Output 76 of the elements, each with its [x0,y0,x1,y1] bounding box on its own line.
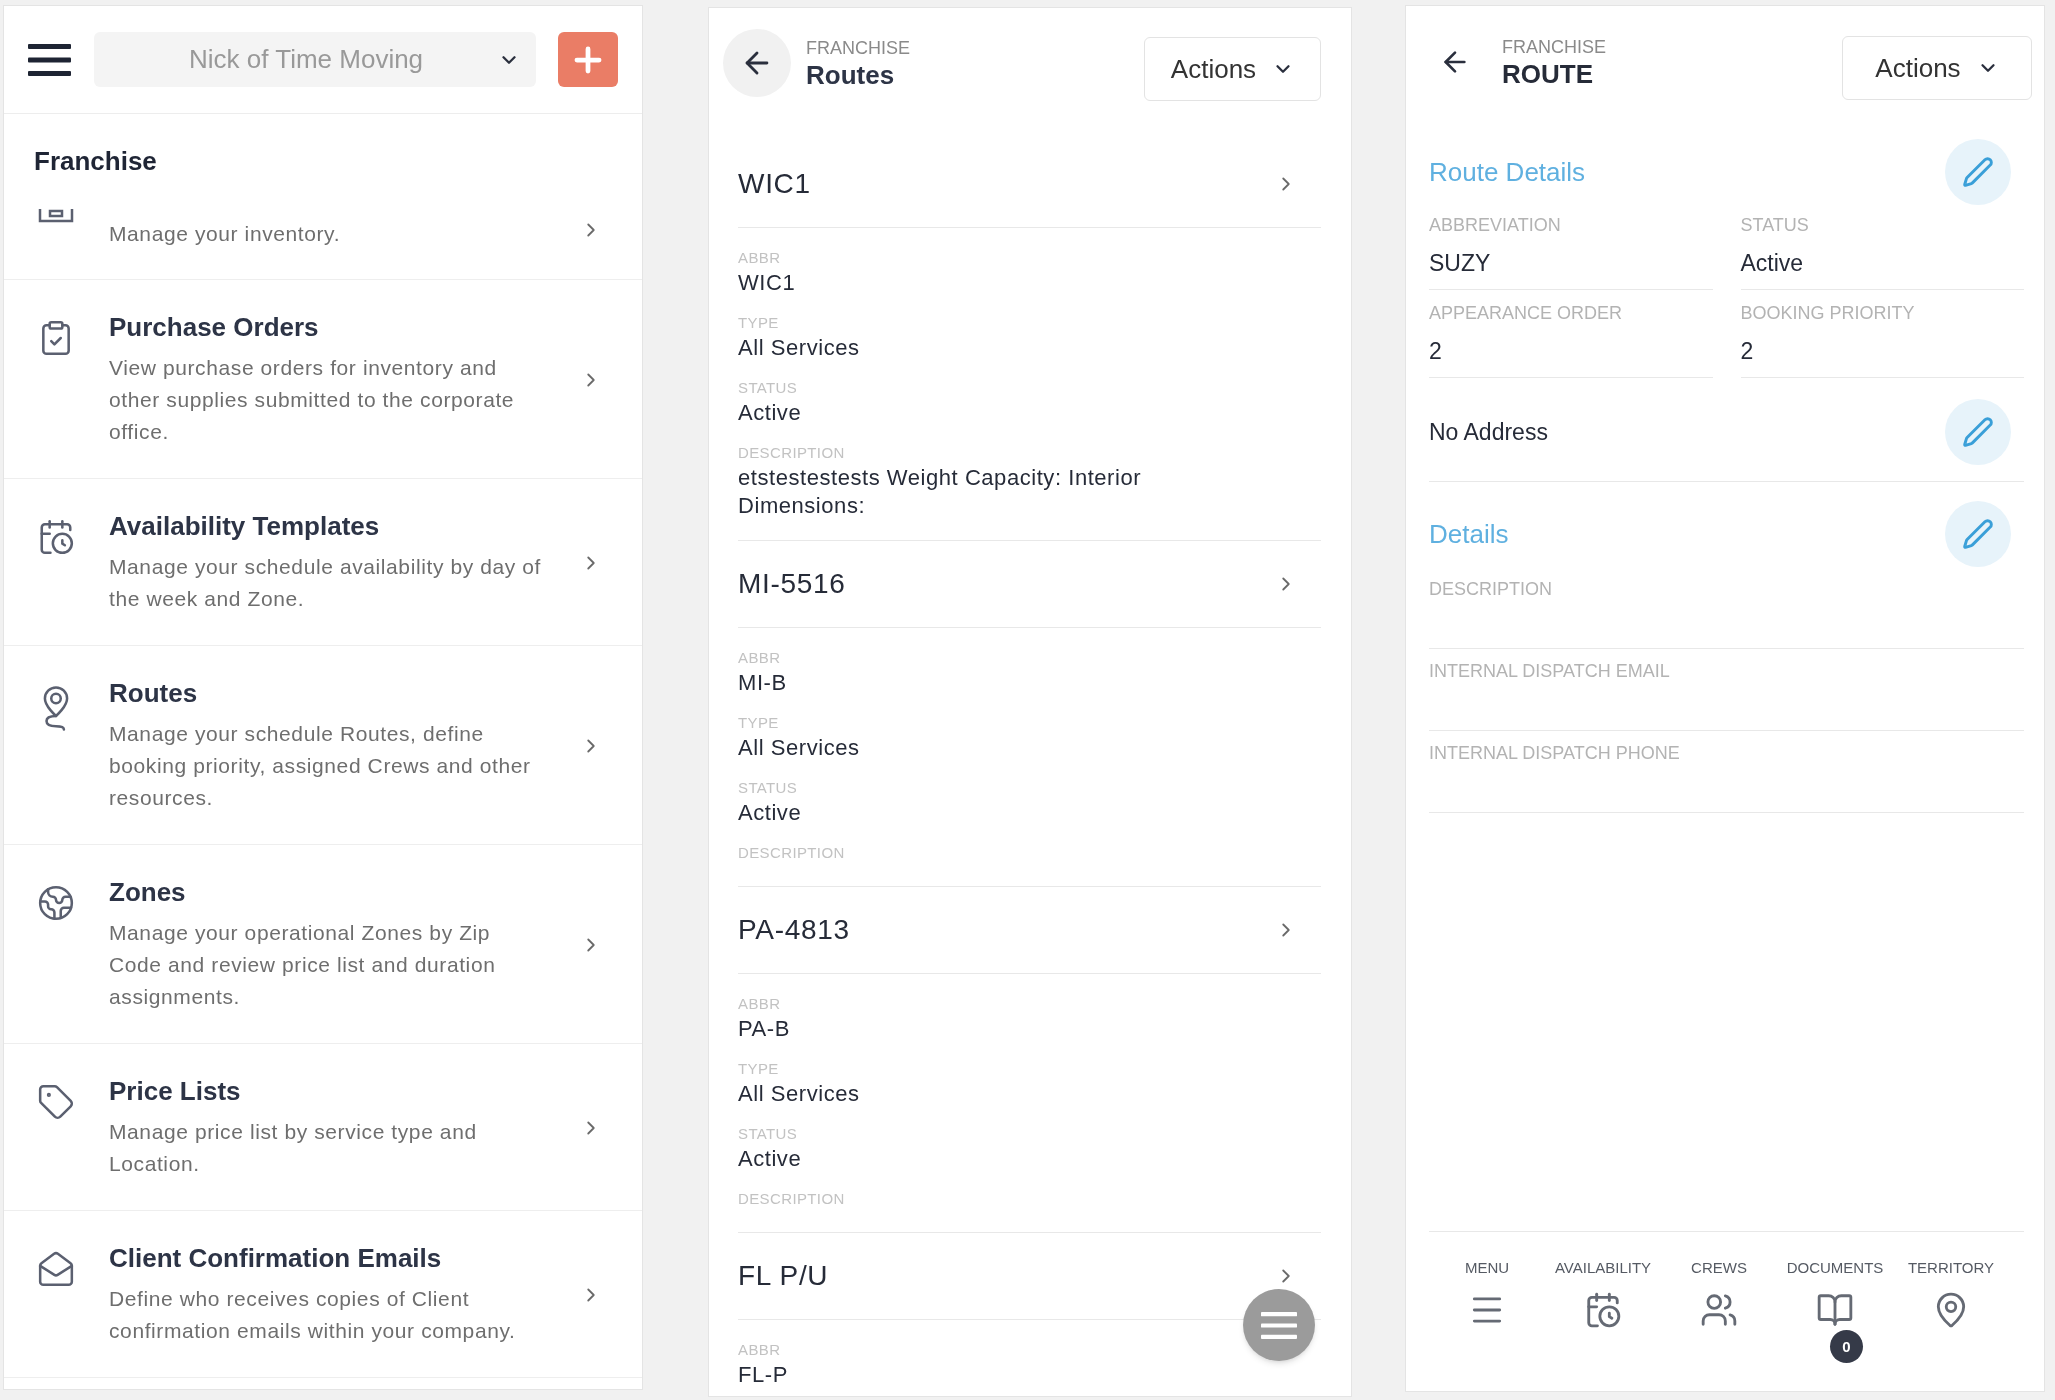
nav-item[interactable]: CREWS [1661,1232,1777,1329]
section-heading: Franchise [34,145,157,177]
list-item[interactable]: Price Lists Manage price list by service type and Location. [4,1044,642,1211]
field-label: TYPE [738,714,779,732]
field-label: ABBREVIATION [1429,214,1561,236]
breadcrumb: FRANCHISE [806,37,910,59]
section-title: Route Details [1429,155,1586,189]
list-item[interactable]: Zones Manage your operational Zones by Zip Code and review price list and duration assignments. [4,845,642,1044]
tag-icon [37,1083,75,1121]
field-value: 2 [1740,337,1754,365]
menu-icon [28,43,72,76]
route-row[interactable]: PA-4813 [738,887,1321,974]
route-row[interactable]: MI-5516 [738,541,1321,628]
nav-item[interactable]: AVAILABILITY [1545,1232,1661,1329]
page-title: ROUTE [1502,58,1593,90]
field-value: All Services [738,334,860,362]
breadcrumb: FRANCHISE [1502,36,1606,58]
field-label: DESCRIPTION [738,844,845,862]
route-row[interactable]: WIC1 [738,141,1321,228]
field-value: SUZY [1429,249,1491,277]
people-icon [1700,1291,1738,1329]
pencil-icon [1962,156,1994,188]
page-title: Routes [806,59,895,91]
field-label: TYPE [738,1060,779,1078]
field-label: TYPE [738,314,779,332]
menu-icon [1261,1311,1297,1339]
field-label: INTERNAL DISPATCH EMAIL [1429,660,1670,682]
field-label: ABBR [738,1341,781,1359]
pencil-icon [1962,416,1994,448]
tray-icon [38,209,74,223]
field-label: STATUS [738,779,798,797]
field-value: All Services [738,734,860,762]
field-value: All Services [738,1080,860,1108]
book-icon [1816,1291,1854,1329]
field-value: FL-P [738,1361,788,1389]
field-label: ABBR [738,249,781,267]
field-label: INTERNAL DISPATCH PHONE [1429,742,1680,764]
field-value: WIC1 [738,269,796,297]
field-value: PA-B [738,1015,790,1043]
field-label: APPEARANCE ORDER [1429,302,1623,324]
nav-item[interactable]: TERRITORY [1893,1232,2009,1329]
menu-fab[interactable] [1243,1289,1315,1361]
field-value: Active [738,799,802,827]
list-item[interactable]: Manage your inventory. [4,201,642,280]
count-badge: 0 [1830,1330,1863,1363]
field-label: STATUS [1740,214,1809,236]
field-label: BOOKING PRIORITY [1740,302,1915,324]
field-value: 2 [1429,337,1442,365]
calendar-clock-icon [37,518,75,556]
globe-icon [37,884,75,922]
field-label: ABBR [738,995,781,1013]
actions-button[interactable]: Actions [1842,36,2032,100]
field-label: DESCRIPTION [738,444,845,462]
field-value: Active [738,399,802,427]
field-label: DESCRIPTION [738,1190,845,1208]
list-item[interactable]: Routes Manage your schedule Routes, define booking priority, assigned Crews and other resources. [4,646,642,845]
pencil-icon [1962,518,1994,550]
address-text: No Address [1429,417,1548,447]
field-label: STATUS [738,1125,798,1143]
calendar-clock-icon [1584,1291,1622,1329]
add-button[interactable] [558,32,618,87]
field-label: STATUS [738,379,798,397]
nav-item[interactable]: MENU [1429,1232,1545,1329]
open-envelope-icon [37,1250,75,1288]
list-item[interactable]: Purchase Orders View purchase orders for inventory and other supplies submitted to the corporate office. [4,280,642,479]
field-label: ABBR [738,649,781,667]
field-value: Active [1740,249,1804,277]
actions-button[interactable]: Actions [1144,37,1321,101]
menu-button[interactable] [28,42,72,77]
field-value: Active [738,1145,802,1173]
list-item[interactable]: Availability Templates Manage your schedule availability by day of the week and Zone. [4,479,642,646]
field-value: MI-B [738,669,787,697]
field-label: DESCRIPTION [1429,578,1552,600]
field-value: etstestestests Weight Capacity: Interior Dimensions: [738,464,1143,520]
list-item[interactable]: Client Confirmation Emails Define who receives copies of Client confirmation emails within your company. [4,1211,642,1378]
section-title: Details [1429,517,1509,551]
